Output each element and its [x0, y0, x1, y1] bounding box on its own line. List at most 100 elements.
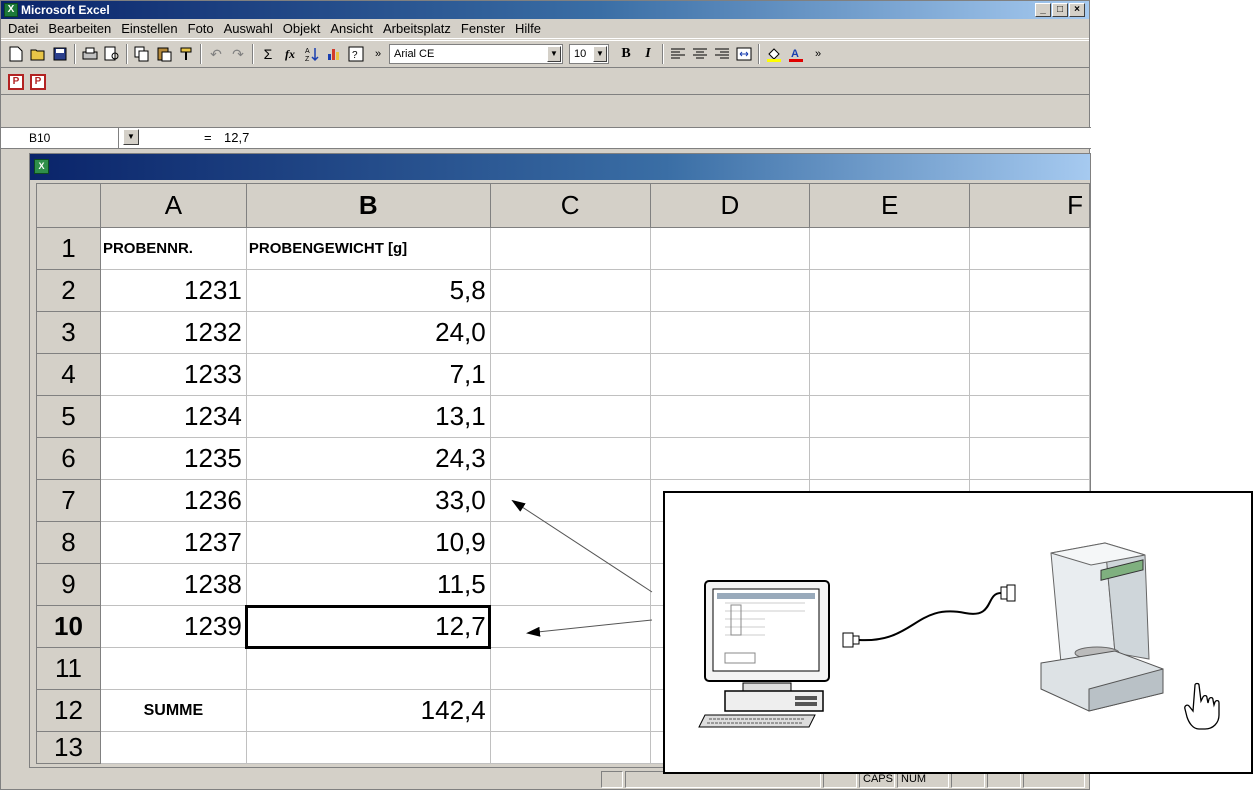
maximize-button[interactable]: □ — [1052, 3, 1068, 17]
chevron-down-icon[interactable]: ▼ — [123, 129, 139, 145]
cell-a9[interactable]: 1238 — [99, 563, 247, 606]
cell[interactable] — [649, 227, 811, 270]
format-painter-icon[interactable] — [175, 43, 197, 65]
cell[interactable] — [489, 563, 651, 606]
align-left-icon[interactable] — [667, 43, 689, 65]
cell-a1[interactable]: PROBENNR. — [99, 227, 247, 270]
cell[interactable] — [649, 437, 811, 480]
menu-einstellen[interactable]: Einstellen — [116, 21, 182, 36]
cell-b5[interactable]: 13,1 — [245, 395, 491, 438]
cell-a12[interactable]: SUMME — [99, 689, 247, 732]
cell-a11[interactable] — [99, 647, 247, 690]
cell[interactable] — [489, 437, 651, 480]
row-header[interactable]: 1 — [36, 227, 101, 270]
cell-a13[interactable] — [99, 731, 247, 764]
align-right-icon[interactable] — [711, 43, 733, 65]
menu-fenster[interactable]: Fenster — [456, 21, 510, 36]
cell[interactable] — [489, 521, 651, 564]
cell-a2[interactable]: 1231 — [99, 269, 247, 312]
column-header[interactable]: C — [489, 183, 651, 228]
help-icon[interactable]: ? — [345, 43, 367, 65]
new-file-icon[interactable] — [5, 43, 27, 65]
cell-b9[interactable]: 11,5 — [245, 563, 491, 606]
chevron-down-icon[interactable]: ▼ — [593, 46, 607, 62]
row-header[interactable]: 12 — [36, 689, 101, 732]
cell-b13[interactable] — [245, 731, 491, 764]
chart-wizard-icon[interactable] — [323, 43, 345, 65]
font-size-select[interactable]: 10 ▼ — [569, 44, 609, 64]
row-header[interactable]: 6 — [36, 437, 101, 480]
cell-a3[interactable]: 1232 — [99, 311, 247, 354]
cell-b4[interactable]: 7,1 — [245, 353, 491, 396]
menu-arbeitsplatz[interactable]: Arbeitsplatz — [378, 21, 456, 36]
cell[interactable] — [969, 395, 1090, 438]
cell-b3[interactable]: 24,0 — [245, 311, 491, 354]
cell-b8[interactable]: 10,9 — [245, 521, 491, 564]
print-icon[interactable] — [79, 43, 101, 65]
cell-a10[interactable]: 1239 — [99, 605, 247, 648]
row-header[interactable]: 8 — [36, 521, 101, 564]
open-folder-icon[interactable] — [27, 43, 49, 65]
cell[interactable] — [489, 395, 651, 438]
font-name-select[interactable]: Arial CE ▼ — [389, 44, 563, 64]
row-header[interactable]: 4 — [36, 353, 101, 396]
cell[interactable] — [649, 353, 811, 396]
paste-icon[interactable] — [153, 43, 175, 65]
cell[interactable] — [489, 689, 651, 732]
row-header[interactable]: 10 — [36, 605, 101, 648]
cell-b12[interactable]: 142,4 — [245, 689, 491, 732]
row-header[interactable]: 3 — [36, 311, 101, 354]
cell[interactable] — [489, 353, 651, 396]
cell-a6[interactable]: 1235 — [99, 437, 247, 480]
row-header[interactable]: 2 — [36, 269, 101, 312]
font-color-icon[interactable]: A — [785, 43, 807, 65]
fill-color-icon[interactable] — [763, 43, 785, 65]
cell[interactable] — [969, 269, 1090, 312]
menu-datei[interactable]: Datei — [3, 21, 43, 36]
pdf-email-icon[interactable]: P — [27, 71, 49, 93]
cell-b7[interactable]: 33,0 — [245, 479, 491, 522]
cell-b2[interactable]: 5,8 — [245, 269, 491, 312]
cell[interactable] — [489, 311, 651, 354]
select-all-corner[interactable] — [36, 183, 101, 228]
menu-foto[interactable]: Foto — [183, 21, 219, 36]
save-icon[interactable] — [49, 43, 71, 65]
cell[interactable] — [809, 353, 971, 396]
name-box[interactable]: B10 — [1, 128, 119, 148]
cell[interactable] — [489, 479, 651, 522]
cell[interactable] — [809, 311, 971, 354]
merge-center-icon[interactable] — [733, 43, 755, 65]
cell[interactable] — [809, 269, 971, 312]
column-header[interactable]: A — [99, 183, 247, 228]
row-header[interactable]: 7 — [36, 479, 101, 522]
cell[interactable] — [969, 353, 1090, 396]
column-header[interactable]: F — [969, 183, 1090, 228]
copy-icon[interactable] — [131, 43, 153, 65]
cell-b1[interactable]: PROBENGEWICHT [g] — [245, 227, 491, 270]
redo-icon[interactable]: ↷ — [227, 43, 249, 65]
cell-a4[interactable]: 1233 — [99, 353, 247, 396]
cell[interactable] — [809, 395, 971, 438]
menu-auswahl[interactable]: Auswahl — [219, 21, 278, 36]
cell-b11[interactable] — [245, 647, 491, 690]
menu-objekt[interactable]: Objekt — [278, 21, 326, 36]
cell[interactable] — [969, 437, 1090, 480]
undo-icon[interactable]: ↶ — [205, 43, 227, 65]
menu-bearbeiten[interactable]: Bearbeiten — [43, 21, 116, 36]
autosum-icon[interactable]: Σ — [257, 43, 279, 65]
cell[interactable] — [489, 731, 651, 764]
cell[interactable] — [489, 269, 651, 312]
cell[interactable] — [649, 395, 811, 438]
cell[interactable] — [809, 437, 971, 480]
cell-a8[interactable]: 1237 — [99, 521, 247, 564]
row-header[interactable]: 9 — [36, 563, 101, 606]
column-header[interactable]: B — [245, 183, 491, 228]
align-center-icon[interactable] — [689, 43, 711, 65]
row-header[interactable]: 5 — [36, 395, 101, 438]
cell[interactable] — [649, 311, 811, 354]
minimize-button[interactable]: _ — [1035, 3, 1051, 17]
column-header[interactable]: D — [649, 183, 811, 228]
chevron-down-icon[interactable]: ▼ — [547, 46, 561, 62]
cell[interactable] — [649, 269, 811, 312]
more-buttons-icon[interactable]: » — [807, 43, 829, 65]
